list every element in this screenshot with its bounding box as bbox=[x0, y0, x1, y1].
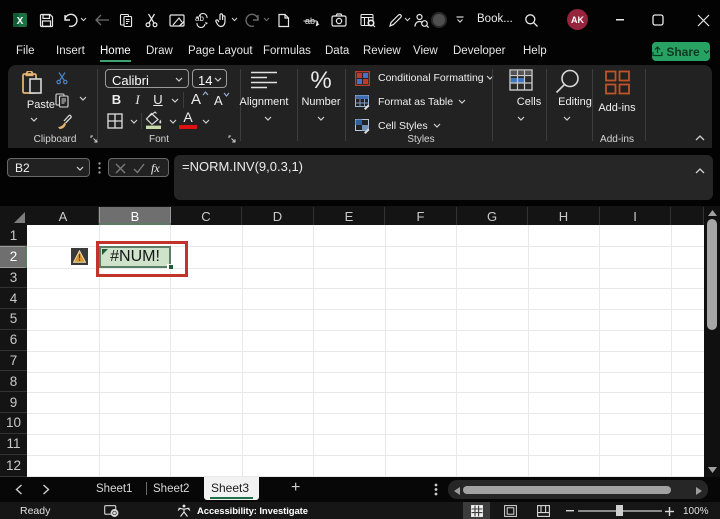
svg-text:X: X bbox=[17, 16, 24, 27]
